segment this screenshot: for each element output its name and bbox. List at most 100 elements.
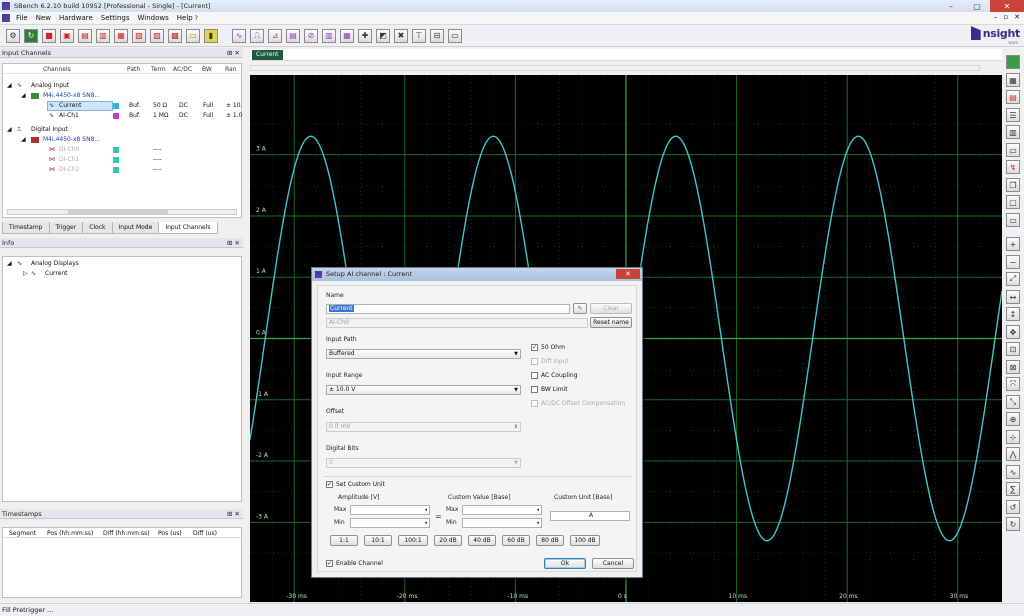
menu-file[interactable]: File <box>12 14 32 22</box>
dialog-close-button[interactable]: ✕ <box>616 269 640 279</box>
panel-icon[interactable]: ▭ <box>1006 213 1020 227</box>
tab-input-mode[interactable]: Input Mode <box>111 222 160 234</box>
tree-digital-channel[interactable]: ⋈ DI-Ch1 ---- <box>3 155 241 165</box>
multi-record-icon[interactable]: ▥ <box>96 28 110 43</box>
single-shot-icon[interactable]: ▤ <box>78 28 92 43</box>
expand-icon[interactable]: ◢ <box>7 125 12 135</box>
channel-color-swatch[interactable] <box>113 103 119 109</box>
expand-icon[interactable]: ◢ <box>7 259 12 269</box>
grid-icon[interactable]: ▥ <box>1006 125 1020 139</box>
spinner-icon[interactable]: ◂ <box>536 506 539 514</box>
bw-limit-checkbox[interactable]: BW Limit <box>531 386 568 393</box>
col-pos-us[interactable]: Pos (us) <box>158 530 182 537</box>
ratio-100db-button[interactable]: 100 dB <box>570 535 600 546</box>
tree-digital-channel[interactable]: ⋈ DI-Ch2 ---- <box>3 165 241 175</box>
col-diff-hms[interactable]: Diff (hh:mm:ss) <box>103 530 150 537</box>
channel-color-swatch[interactable] <box>113 147 119 153</box>
frame-icon[interactable]: ▢ <box>1006 195 1020 209</box>
tile-vertical-icon[interactable]: ⊟ <box>430 28 444 43</box>
col-bw[interactable]: BW <box>202 66 212 73</box>
red-tool-icon[interactable]: ↯ <box>1006 160 1020 174</box>
peak-icon[interactable]: ⋀ <box>1006 447 1020 461</box>
tree-channel-ai-ch1[interactable]: ∿ AI-Ch1 Buf. 1 MΩ DC Full ± 1.0 <box>3 111 242 121</box>
50-ohm-checkbox[interactable]: ✓ 50 Ohm <box>531 344 565 351</box>
open-file-icon[interactable]: ▭ <box>186 28 200 43</box>
ratio-60db-button[interactable]: 60 dB <box>502 535 530 546</box>
offset-input[interactable]: 0.0 mV ⇕ <box>326 422 521 432</box>
spinner-icon[interactable]: ⇕ <box>514 423 518 431</box>
col-diff-us[interactable]: Diff (us) <box>193 530 217 537</box>
calculation-icon[interactable]: ⊘ <box>304 28 318 43</box>
col-pos-hms[interactable]: Pos (hh:mm:ss) <box>47 530 93 537</box>
ratio-40db-button[interactable]: 40 dB <box>468 535 496 546</box>
amp-max-input[interactable]: ◂ <box>350 505 430 515</box>
cursor-icon[interactable]: ⊹ <box>1006 430 1020 444</box>
redo-icon[interactable]: ↻ <box>1006 517 1020 531</box>
help-icon[interactable]: ? <box>195 15 198 22</box>
digital-display-icon[interactable]: ⎍ <box>250 28 264 43</box>
math-icon[interactable]: ∑ <box>1006 482 1020 496</box>
custom-unit-input[interactable]: A <box>550 511 630 521</box>
zoom-in-icon[interactable]: + <box>1006 237 1020 251</box>
fifo-mode-icon[interactable]: ▦ <box>114 28 128 43</box>
marker-icon[interactable]: ◩ <box>376 28 390 43</box>
fft-display-icon[interactable]: ⊿ <box>268 28 282 43</box>
spinner-icon[interactable]: ◂ <box>424 506 427 514</box>
display-overview-scrollbar[interactable] <box>250 65 980 71</box>
collapse-icon[interactable]: ▷ <box>23 269 28 279</box>
reset-name-button[interactable]: Reset name <box>590 317 632 328</box>
col-path[interactable]: Path <box>127 66 140 73</box>
spinner-icon[interactable]: ◂ <box>424 519 427 527</box>
col-acdc[interactable]: AC/DC <box>173 66 192 73</box>
close-button[interactable]: ✕ <box>990 0 1024 12</box>
channel-table-icon[interactable]: ▤ <box>1006 90 1020 104</box>
mdi-restore-button[interactable]: ▫ <box>1003 13 1008 21</box>
copy-icon[interactable]: ❐ <box>1006 178 1020 192</box>
expand-icon[interactable]: ◢ <box>21 135 26 145</box>
wave-icon[interactable]: ∿ <box>1006 465 1020 479</box>
gated-mode-icon[interactable]: ▧ <box>132 28 146 43</box>
set-custom-unit-checkbox[interactable]: ✓ Set Custom Unit <box>326 481 385 488</box>
menu-help[interactable]: Help <box>173 14 197 22</box>
marker-icon[interactable]: ⊕ <box>1006 412 1020 426</box>
tree-analog-card[interactable]: ◢ M4i.4450-x8 SN8... <box>3 91 241 101</box>
analog-display-icon[interactable]: ∿ <box>232 28 246 43</box>
spinner-icon[interactable]: ◂ <box>536 519 539 527</box>
clear-button[interactable]: Clear <box>590 303 632 314</box>
table-icon[interactable]: ▦ <box>1006 73 1020 87</box>
channels-horizontal-scrollbar[interactable] <box>7 209 237 215</box>
tab-timestamp[interactable]: Timestamp <box>2 222 50 234</box>
delete-display-icon[interactable]: ✖ <box>394 28 408 43</box>
enable-channel-checkbox[interactable]: ✓ Enable Channel <box>326 560 383 567</box>
expand-icon[interactable]: ◢ <box>21 91 26 101</box>
panel-pin-close-buttons[interactable]: ⊞ ✕ <box>227 238 240 248</box>
record-icon[interactable]: ▣ <box>60 28 74 43</box>
ratio-80db-button[interactable]: 80 dB <box>536 535 564 546</box>
mdi-minimize-button[interactable]: – <box>994 13 998 21</box>
tile-horizontal-icon[interactable]: ⊤ <box>412 28 426 43</box>
tree-analog-group[interactable]: ◢ ∿ Analog Input <box>3 81 241 91</box>
tree-digital-group[interactable]: ◢ ⎍ Digital Input <box>3 125 241 135</box>
zoom-out-icon[interactable]: − <box>1006 255 1020 269</box>
cancel-button[interactable]: Cancel <box>592 558 634 569</box>
digital-bits-select[interactable]: 0 ▼ <box>326 458 521 468</box>
zoom-y-icon[interactable]: ↕ <box>1006 307 1020 321</box>
notes-icon[interactable]: ▮ <box>204 28 218 43</box>
stop-icon[interactable]: ■ <box>42 28 56 43</box>
ac-coupling-checkbox[interactable]: AC Coupling <box>531 372 578 379</box>
expand-icon[interactable]: ⤧ <box>1006 377 1020 391</box>
settings-icon[interactable]: ⚙ <box>6 28 20 43</box>
green-display-icon[interactable] <box>1006 55 1020 69</box>
zoom-fit-icon[interactable]: ⤢ <box>1006 272 1020 286</box>
screen-icon[interactable]: ▭ <box>1006 143 1020 157</box>
zoom-reset-icon[interactable]: ⊠ <box>1006 360 1020 374</box>
col-channels[interactable]: Channels <box>43 66 71 73</box>
diff-input-checkbox[interactable]: Diff Input <box>531 358 569 365</box>
maximize-button[interactable]: ▢ <box>964 0 990 12</box>
channel-color-swatch[interactable] <box>113 113 119 119</box>
menu-settings[interactable]: Settings <box>97 14 134 22</box>
col-term[interactable]: Term <box>151 66 166 73</box>
edit-name-icon[interactable]: ✎ <box>573 303 587 314</box>
ratio-10-1-button[interactable]: 10:1 <box>364 535 392 546</box>
export-icon[interactable]: ▩ <box>168 28 182 43</box>
